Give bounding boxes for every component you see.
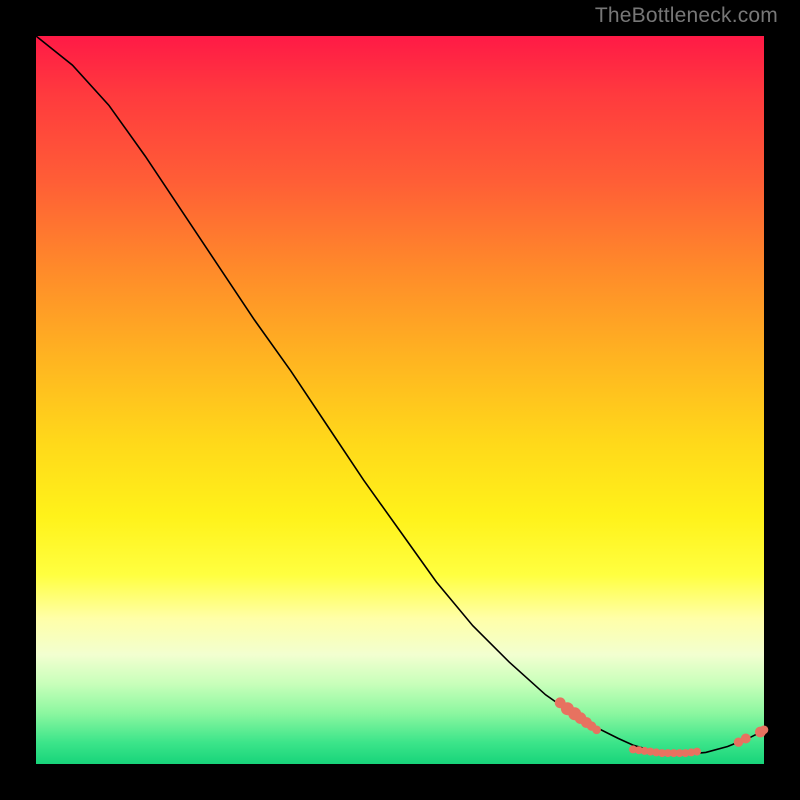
bottleneck-curve — [36, 36, 764, 754]
data-marker — [693, 748, 701, 756]
chart-svg — [36, 36, 764, 764]
attribution-text: TheBottleneck.com — [595, 4, 778, 28]
data-marker — [592, 726, 601, 735]
data-marker — [760, 726, 769, 735]
markers-group — [555, 697, 769, 757]
data-marker — [741, 734, 751, 744]
